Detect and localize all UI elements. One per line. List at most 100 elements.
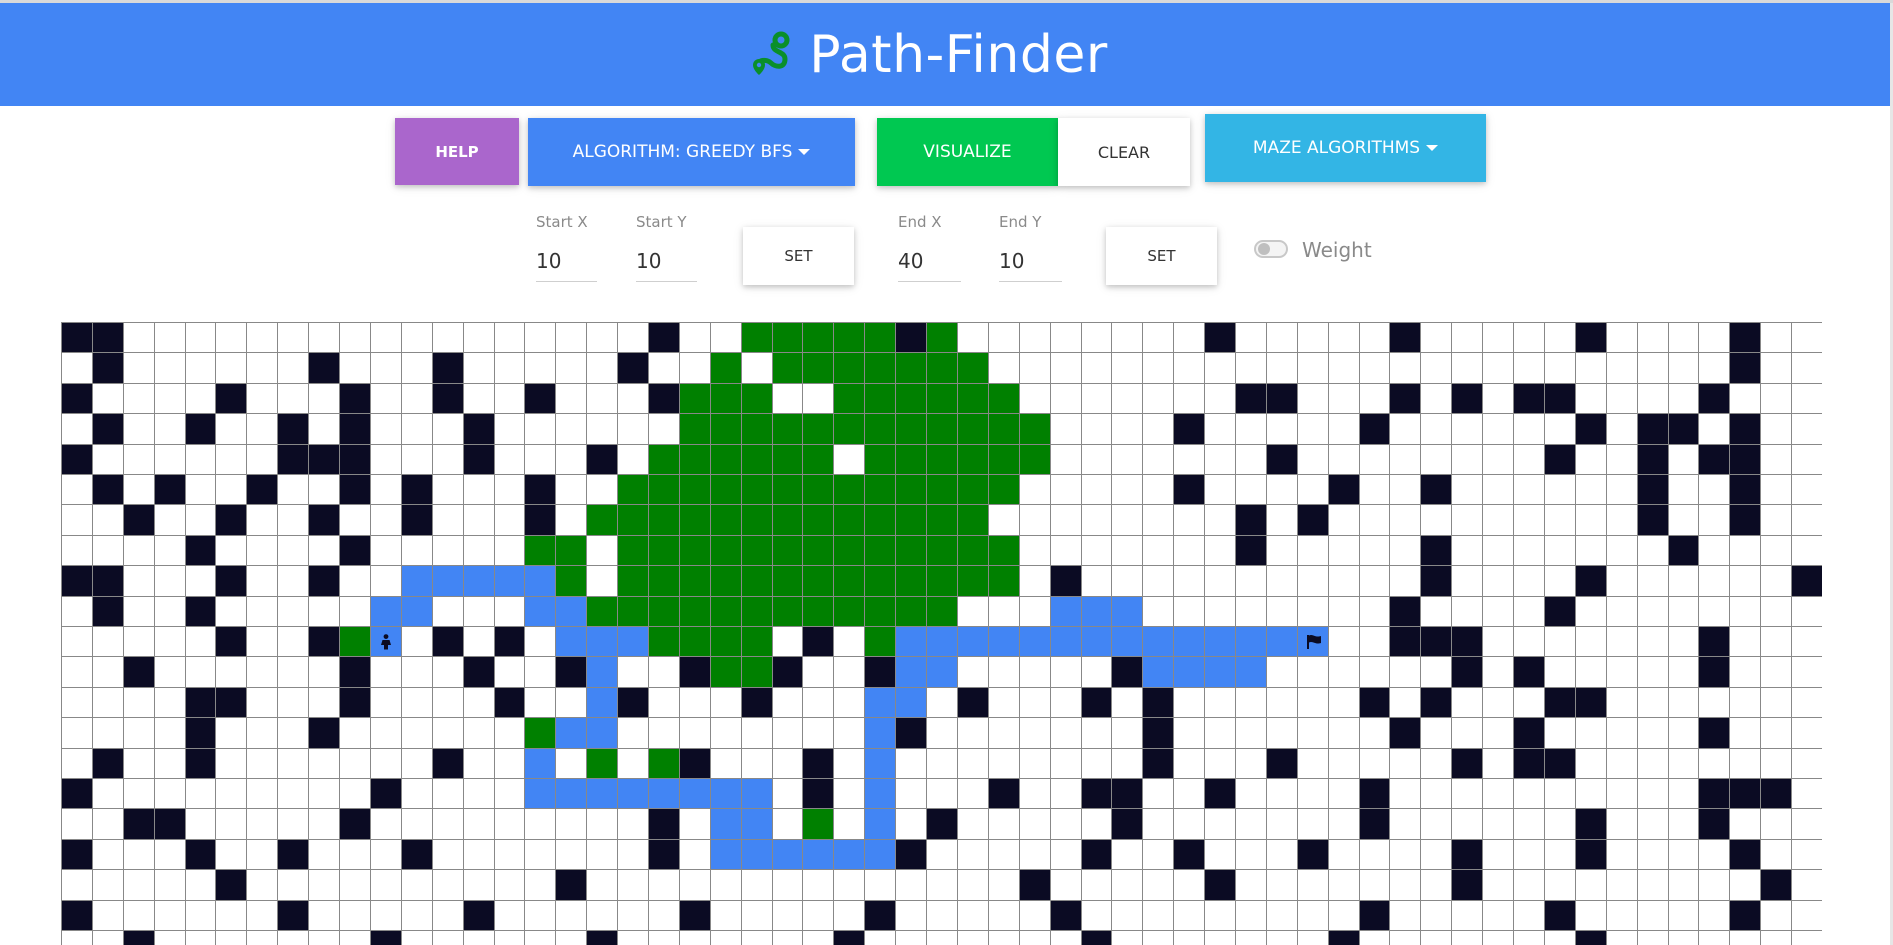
grid-cell[interactable] [1637, 870, 1668, 900]
grid-cell[interactable] [154, 931, 185, 945]
grid-cell[interactable] [1637, 353, 1668, 383]
grid-cell[interactable] [370, 383, 401, 414]
grid-cell[interactable] [1328, 566, 1359, 596]
visited-cell[interactable] [927, 444, 957, 474]
grid-cell[interactable] [1514, 687, 1544, 718]
grid-cell[interactable] [1483, 444, 1514, 474]
grid-cell[interactable] [1236, 779, 1266, 809]
visited-cell[interactable] [772, 323, 803, 353]
path-cell[interactable] [525, 566, 556, 596]
path-cell[interactable] [556, 596, 587, 626]
path-cell[interactable] [1112, 627, 1143, 657]
grid-cell[interactable] [556, 809, 587, 839]
wall-cell[interactable] [1575, 809, 1606, 839]
grid-cell[interactable] [1050, 779, 1081, 809]
grid-cell[interactable] [988, 900, 1019, 930]
grid-cell[interactable] [1637, 718, 1668, 748]
grid-cell[interactable] [1328, 596, 1359, 626]
grid-cell[interactable] [1668, 748, 1699, 778]
visited-cell[interactable] [803, 323, 834, 353]
grid-cell[interactable] [834, 809, 865, 839]
grid-cell[interactable] [1297, 870, 1328, 900]
grid-cell[interactable] [432, 414, 463, 444]
grid-cell[interactable] [865, 931, 896, 945]
visited-cell[interactable] [741, 596, 772, 626]
visited-cell[interactable] [649, 627, 679, 657]
wall-cell[interactable] [1050, 566, 1081, 596]
grid-cell[interactable] [1637, 657, 1668, 687]
grid-cell[interactable] [1297, 718, 1328, 748]
grid-cell[interactable] [896, 931, 927, 945]
wall-cell[interactable] [1019, 870, 1050, 900]
grid-cell[interactable] [1205, 809, 1235, 839]
grid-cell[interactable] [1761, 839, 1792, 870]
grid-cell[interactable] [1730, 748, 1761, 778]
grid-cell[interactable] [494, 748, 525, 778]
grid-cell[interactable] [1514, 900, 1544, 930]
wall-cell[interactable] [1390, 383, 1421, 414]
grid-cell[interactable] [710, 931, 741, 945]
grid-cell[interactable] [1081, 475, 1112, 505]
grid-cell[interactable] [1452, 444, 1483, 474]
grid-cell[interactable] [340, 596, 370, 626]
grid-cell[interactable] [247, 687, 278, 718]
grid-cell[interactable] [1514, 475, 1544, 505]
grid-cell[interactable] [62, 657, 92, 687]
grid-cell[interactable] [1019, 535, 1050, 566]
grid-cell[interactable] [370, 353, 401, 383]
visited-cell[interactable] [710, 596, 741, 626]
wall-cell[interactable] [1730, 505, 1761, 535]
wall-cell[interactable] [185, 718, 216, 748]
grid-cell[interactable] [432, 870, 463, 900]
visited-cell[interactable] [772, 566, 803, 596]
grid-cell[interactable] [1514, 596, 1544, 626]
grid-cell[interactable] [1544, 779, 1575, 809]
grid-cell[interactable] [1390, 475, 1421, 505]
grid-cell[interactable] [1452, 475, 1483, 505]
wall-cell[interactable] [1544, 687, 1575, 718]
grid-cell[interactable] [587, 535, 618, 566]
grid-cell[interactable] [834, 718, 865, 748]
grid-cell[interactable] [1266, 505, 1297, 535]
path-cell[interactable] [710, 779, 741, 809]
grid-cell[interactable] [123, 779, 154, 809]
grid-cell[interactable] [463, 718, 494, 748]
grid-cell[interactable] [803, 718, 834, 748]
grid-cell[interactable] [1637, 323, 1668, 353]
grid-cell[interactable] [1483, 657, 1514, 687]
grid-cell[interactable] [62, 687, 92, 718]
grid-cell[interactable] [1606, 596, 1637, 626]
grid-cell[interactable] [62, 718, 92, 748]
wall-cell[interactable] [1452, 870, 1483, 900]
grid-cell[interactable] [1019, 839, 1050, 870]
visited-cell[interactable] [988, 475, 1019, 505]
grid-cell[interactable] [1205, 414, 1235, 444]
grid-cell[interactable] [1359, 748, 1390, 778]
grid-cell[interactable] [1266, 657, 1297, 687]
wall-cell[interactable] [803, 779, 834, 809]
wall-cell[interactable] [1730, 444, 1761, 474]
start-x-input[interactable] [536, 241, 597, 282]
grid-cell[interactable] [154, 505, 185, 535]
grid-cell[interactable] [587, 900, 618, 930]
path-cell[interactable] [1112, 596, 1143, 626]
grid-cell[interactable] [1575, 383, 1606, 414]
grid-cell[interactable] [370, 870, 401, 900]
visited-cell[interactable] [834, 414, 865, 444]
grid-cell[interactable] [92, 779, 123, 809]
grid-cell[interactable] [679, 931, 710, 945]
wall-cell[interactable] [92, 414, 123, 444]
grid-cell[interactable] [463, 535, 494, 566]
visited-cell[interactable] [896, 383, 927, 414]
grid-cell[interactable] [185, 566, 216, 596]
visited-cell[interactable] [772, 444, 803, 474]
grid-cell[interactable] [370, 809, 401, 839]
grid-cell[interactable] [1328, 809, 1359, 839]
grid-cell[interactable] [1050, 748, 1081, 778]
wall-cell[interactable] [463, 657, 494, 687]
visited-cell[interactable] [679, 414, 710, 444]
visited-cell[interactable] [741, 657, 772, 687]
grid-cell[interactable] [1390, 505, 1421, 535]
grid-cell[interactable] [92, 535, 123, 566]
wall-cell[interactable] [1544, 748, 1575, 778]
